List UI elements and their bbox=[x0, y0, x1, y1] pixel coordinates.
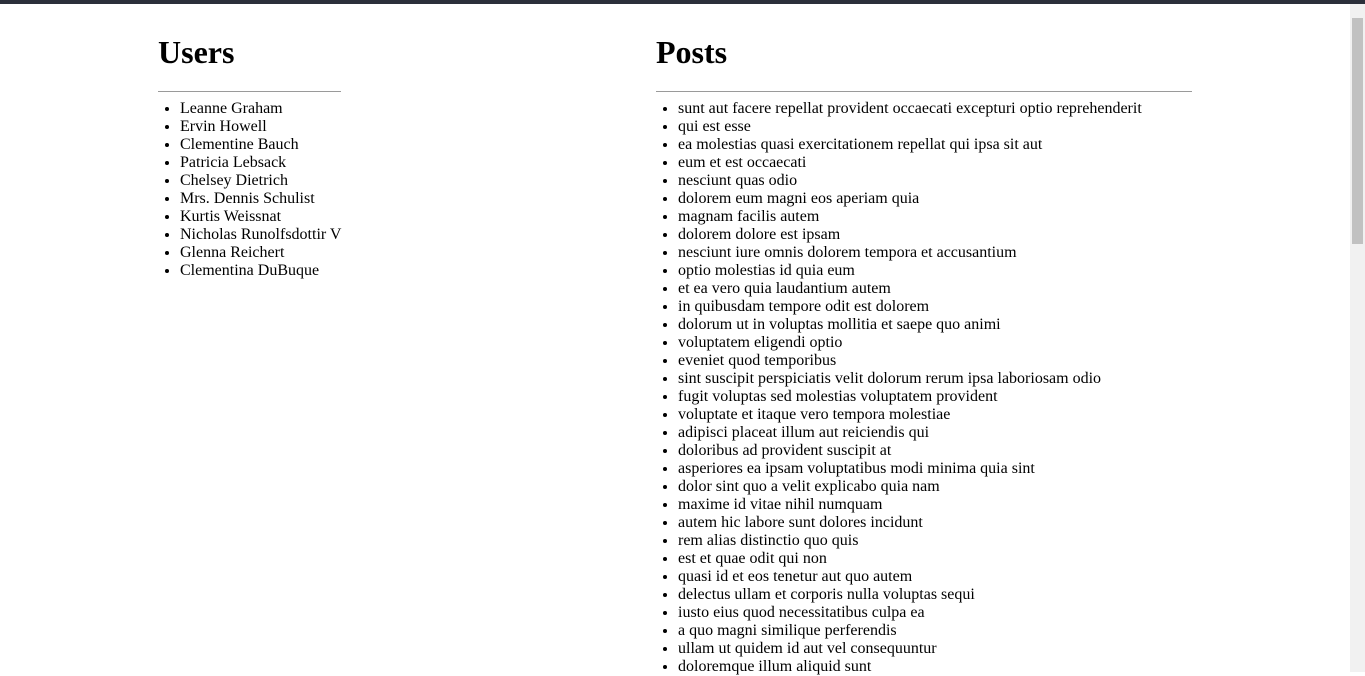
post-list-item: quasi id et eos tenetur aut quo autem bbox=[678, 568, 1192, 586]
user-list-item: Ervin Howell bbox=[180, 118, 341, 136]
post-list-item: qui est esse bbox=[678, 118, 1192, 136]
users-list: Leanne GrahamErvin HowellClementine Bauc… bbox=[158, 100, 341, 280]
user-list-item: Clementine Bauch bbox=[180, 136, 341, 154]
user-list-item: Leanne Graham bbox=[180, 100, 341, 118]
post-list-item: fugit voluptas sed molestias voluptatem … bbox=[678, 388, 1192, 406]
post-list-item: et ea vero quia laudantium autem bbox=[678, 280, 1192, 298]
post-list-item: maxime id vitae nihil numquam bbox=[678, 496, 1192, 514]
post-list-item: dolorum ut in voluptas mollitia et saepe… bbox=[678, 316, 1192, 334]
users-title: Users bbox=[158, 34, 235, 70]
post-list-item: ea molestias quasi exercitationem repell… bbox=[678, 136, 1192, 154]
post-list-item: iusto eius quod necessitatibus culpa ea bbox=[678, 604, 1192, 622]
user-list-item: Chelsey Dietrich bbox=[180, 172, 341, 190]
post-list-item: voluptatem eligendi optio bbox=[678, 334, 1192, 352]
post-list-item: doloremque illum aliquid sunt bbox=[678, 658, 1192, 676]
users-section: Users Leanne GrahamErvin HowellClementin… bbox=[158, 4, 341, 280]
post-list-item: magnam facilis autem bbox=[678, 208, 1192, 226]
post-list-item: eveniet quod temporibus bbox=[678, 352, 1192, 370]
posts-title: Posts bbox=[656, 34, 728, 70]
post-list-item: adipisci placeat illum aut reiciendis qu… bbox=[678, 424, 1192, 442]
user-list-item: Mrs. Dennis Schulist bbox=[180, 190, 341, 208]
post-list-item: doloribus ad provident suscipit at bbox=[678, 442, 1192, 460]
post-list-item: sunt aut facere repellat provident occae… bbox=[678, 100, 1192, 118]
post-list-item: autem hic labore sunt dolores incidunt bbox=[678, 514, 1192, 532]
post-list-item: in quibusdam tempore odit est dolorem bbox=[678, 298, 1192, 316]
vertical-scrollbar[interactable] bbox=[1350, 4, 1365, 672]
posts-divider bbox=[656, 91, 1192, 92]
post-list-item: nesciunt iure omnis dolorem tempora et a… bbox=[678, 244, 1192, 262]
user-list-item: Clementina DuBuque bbox=[180, 262, 341, 280]
users-divider bbox=[158, 91, 341, 92]
post-list-item: rem alias distinctio quo quis bbox=[678, 532, 1192, 550]
post-list-item: dolor sint quo a velit explicabo quia na… bbox=[678, 478, 1192, 496]
post-list-item: optio molestias id quia eum bbox=[678, 262, 1192, 280]
post-list-item: asperiores ea ipsam voluptatibus modi mi… bbox=[678, 460, 1192, 478]
post-list-item: est et quae odit qui non bbox=[678, 550, 1192, 568]
post-list-item: eum et est occaecati bbox=[678, 154, 1192, 172]
posts-list: sunt aut facere repellat provident occae… bbox=[656, 100, 1192, 676]
user-list-item: Nicholas Runolfsdottir V bbox=[180, 226, 341, 244]
post-list-item: ullam ut quidem id aut vel consequuntur bbox=[678, 640, 1192, 658]
post-list-item: delectus ullam et corporis nulla volupta… bbox=[678, 586, 1192, 604]
user-list-item: Kurtis Weissnat bbox=[180, 208, 341, 226]
post-list-item: dolorem eum magni eos aperiam quia bbox=[678, 190, 1192, 208]
post-list-item: dolorem dolore est ipsam bbox=[678, 226, 1192, 244]
user-list-item: Glenna Reichert bbox=[180, 244, 341, 262]
post-list-item: sint suscipit perspiciatis velit dolorum… bbox=[678, 370, 1192, 388]
posts-section: Posts sunt aut facere repellat provident… bbox=[656, 4, 1192, 676]
scrollbar-thumb[interactable] bbox=[1352, 18, 1363, 244]
post-list-item: a quo magni similique perferendis bbox=[678, 622, 1192, 640]
post-list-item: voluptate et itaque vero tempora molesti… bbox=[678, 406, 1192, 424]
post-list-item: nesciunt quas odio bbox=[678, 172, 1192, 190]
user-list-item: Patricia Lebsack bbox=[180, 154, 341, 172]
